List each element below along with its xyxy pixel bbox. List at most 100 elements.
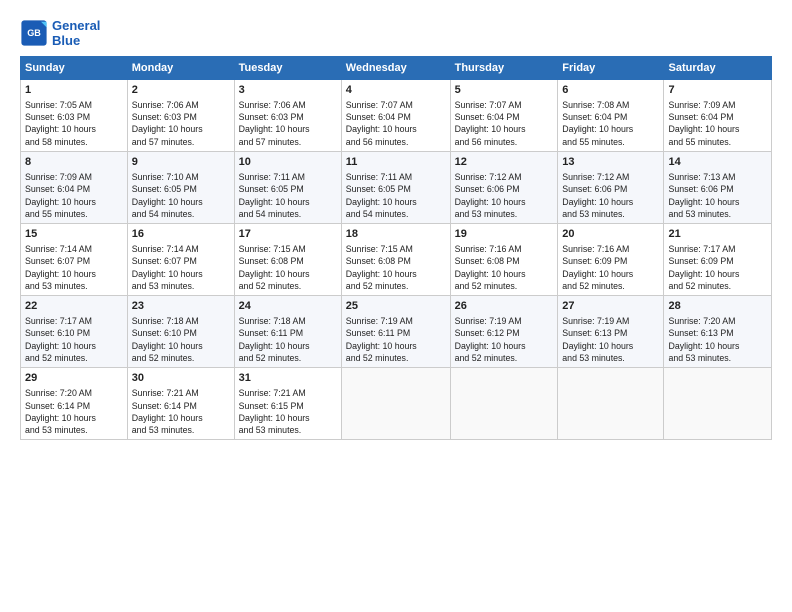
calendar-page: GB General Blue SundayMondayTuesdayWedne… [0,0,792,612]
day-info: Sunrise: 7:10 AMSunset: 6:05 PMDaylight:… [132,171,230,220]
calendar-cell [341,368,450,440]
day-number: 7 [668,83,767,98]
calendar-cell: 13Sunrise: 7:12 AMSunset: 6:06 PMDayligh… [558,152,664,224]
day-info: Sunrise: 7:12 AMSunset: 6:06 PMDaylight:… [562,171,659,220]
calendar-cell: 8Sunrise: 7:09 AMSunset: 6:04 PMDaylight… [21,152,128,224]
day-info: Sunrise: 7:12 AMSunset: 6:06 PMDaylight:… [455,171,554,220]
calendar-week-row: 22Sunrise: 7:17 AMSunset: 6:10 PMDayligh… [21,296,772,368]
day-number: 2 [132,83,230,98]
calendar-cell: 31Sunrise: 7:21 AMSunset: 6:15 PMDayligh… [234,368,341,440]
calendar-cell: 17Sunrise: 7:15 AMSunset: 6:08 PMDayligh… [234,224,341,296]
day-number: 23 [132,299,230,314]
day-number: 21 [668,227,767,242]
calendar-cell: 26Sunrise: 7:19 AMSunset: 6:12 PMDayligh… [450,296,558,368]
calendar-cell [558,368,664,440]
calendar-cell [450,368,558,440]
calendar-cell: 9Sunrise: 7:10 AMSunset: 6:05 PMDaylight… [127,152,234,224]
calendar-cell: 2Sunrise: 7:06 AMSunset: 6:03 PMDaylight… [127,80,234,152]
day-info: Sunrise: 7:07 AMSunset: 6:04 PMDaylight:… [455,99,554,148]
page-header: GB General Blue [20,18,772,48]
day-number: 8 [25,155,123,170]
day-number: 5 [455,83,554,98]
calendar-cell: 15Sunrise: 7:14 AMSunset: 6:07 PMDayligh… [21,224,128,296]
calendar-cell: 1Sunrise: 7:05 AMSunset: 6:03 PMDaylight… [21,80,128,152]
calendar-cell: 20Sunrise: 7:16 AMSunset: 6:09 PMDayligh… [558,224,664,296]
day-number: 1 [25,83,123,98]
calendar-cell: 30Sunrise: 7:21 AMSunset: 6:14 PMDayligh… [127,368,234,440]
calendar-cell: 4Sunrise: 7:07 AMSunset: 6:04 PMDaylight… [341,80,450,152]
calendar-cell: 28Sunrise: 7:20 AMSunset: 6:13 PMDayligh… [664,296,772,368]
day-number: 12 [455,155,554,170]
calendar-cell: 22Sunrise: 7:17 AMSunset: 6:10 PMDayligh… [21,296,128,368]
day-number: 13 [562,155,659,170]
day-number: 22 [25,299,123,314]
calendar-cell: 3Sunrise: 7:06 AMSunset: 6:03 PMDaylight… [234,80,341,152]
day-number: 29 [25,371,123,386]
calendar-cell: 16Sunrise: 7:14 AMSunset: 6:07 PMDayligh… [127,224,234,296]
day-info: Sunrise: 7:05 AMSunset: 6:03 PMDaylight:… [25,99,123,148]
day-number: 9 [132,155,230,170]
day-number: 16 [132,227,230,242]
day-info: Sunrise: 7:19 AMSunset: 6:11 PMDaylight:… [346,315,446,364]
day-info: Sunrise: 7:09 AMSunset: 6:04 PMDaylight:… [668,99,767,148]
day-info: Sunrise: 7:16 AMSunset: 6:09 PMDaylight:… [562,243,659,292]
calendar-cell: 29Sunrise: 7:20 AMSunset: 6:14 PMDayligh… [21,368,128,440]
calendar-week-row: 29Sunrise: 7:20 AMSunset: 6:14 PMDayligh… [21,368,772,440]
calendar-cell: 23Sunrise: 7:18 AMSunset: 6:10 PMDayligh… [127,296,234,368]
day-number: 28 [668,299,767,314]
day-info: Sunrise: 7:15 AMSunset: 6:08 PMDaylight:… [239,243,337,292]
day-info: Sunrise: 7:08 AMSunset: 6:04 PMDaylight:… [562,99,659,148]
day-info: Sunrise: 7:09 AMSunset: 6:04 PMDaylight:… [25,171,123,220]
calendar-week-row: 8Sunrise: 7:09 AMSunset: 6:04 PMDaylight… [21,152,772,224]
logo-text: General Blue [52,18,100,48]
day-number: 25 [346,299,446,314]
day-number: 20 [562,227,659,242]
day-info: Sunrise: 7:20 AMSunset: 6:14 PMDaylight:… [25,387,123,436]
day-number: 24 [239,299,337,314]
day-info: Sunrise: 7:16 AMSunset: 6:08 PMDaylight:… [455,243,554,292]
day-number: 31 [239,371,337,386]
day-number: 3 [239,83,337,98]
logo-icon: GB [20,19,48,47]
day-info: Sunrise: 7:07 AMSunset: 6:04 PMDaylight:… [346,99,446,148]
day-number: 27 [562,299,659,314]
day-info: Sunrise: 7:06 AMSunset: 6:03 PMDaylight:… [132,99,230,148]
day-number: 11 [346,155,446,170]
day-number: 19 [455,227,554,242]
calendar-week-row: 15Sunrise: 7:14 AMSunset: 6:07 PMDayligh… [21,224,772,296]
day-number: 10 [239,155,337,170]
day-info: Sunrise: 7:17 AMSunset: 6:09 PMDaylight:… [668,243,767,292]
calendar-cell: 6Sunrise: 7:08 AMSunset: 6:04 PMDaylight… [558,80,664,152]
day-number: 6 [562,83,659,98]
day-number: 4 [346,83,446,98]
calendar-cell: 24Sunrise: 7:18 AMSunset: 6:11 PMDayligh… [234,296,341,368]
calendar-header-row: SundayMondayTuesdayWednesdayThursdayFrid… [21,57,772,80]
calendar-cell: 27Sunrise: 7:19 AMSunset: 6:13 PMDayligh… [558,296,664,368]
col-header-wednesday: Wednesday [341,57,450,80]
day-info: Sunrise: 7:14 AMSunset: 6:07 PMDaylight:… [25,243,123,292]
calendar-cell: 14Sunrise: 7:13 AMSunset: 6:06 PMDayligh… [664,152,772,224]
day-number: 15 [25,227,123,242]
calendar-cell: 21Sunrise: 7:17 AMSunset: 6:09 PMDayligh… [664,224,772,296]
svg-text:GB: GB [27,28,41,38]
calendar-cell: 19Sunrise: 7:16 AMSunset: 6:08 PMDayligh… [450,224,558,296]
col-header-sunday: Sunday [21,57,128,80]
day-info: Sunrise: 7:17 AMSunset: 6:10 PMDaylight:… [25,315,123,364]
calendar-cell: 10Sunrise: 7:11 AMSunset: 6:05 PMDayligh… [234,152,341,224]
day-number: 14 [668,155,767,170]
col-header-tuesday: Tuesday [234,57,341,80]
day-info: Sunrise: 7:06 AMSunset: 6:03 PMDaylight:… [239,99,337,148]
day-info: Sunrise: 7:11 AMSunset: 6:05 PMDaylight:… [239,171,337,220]
col-header-saturday: Saturday [664,57,772,80]
day-number: 17 [239,227,337,242]
day-number: 30 [132,371,230,386]
calendar-cell: 12Sunrise: 7:12 AMSunset: 6:06 PMDayligh… [450,152,558,224]
day-info: Sunrise: 7:11 AMSunset: 6:05 PMDaylight:… [346,171,446,220]
calendar-week-row: 1Sunrise: 7:05 AMSunset: 6:03 PMDaylight… [21,80,772,152]
day-info: Sunrise: 7:18 AMSunset: 6:10 PMDaylight:… [132,315,230,364]
calendar-cell [664,368,772,440]
day-info: Sunrise: 7:13 AMSunset: 6:06 PMDaylight:… [668,171,767,220]
day-info: Sunrise: 7:21 AMSunset: 6:14 PMDaylight:… [132,387,230,436]
day-info: Sunrise: 7:19 AMSunset: 6:13 PMDaylight:… [562,315,659,364]
day-number: 18 [346,227,446,242]
